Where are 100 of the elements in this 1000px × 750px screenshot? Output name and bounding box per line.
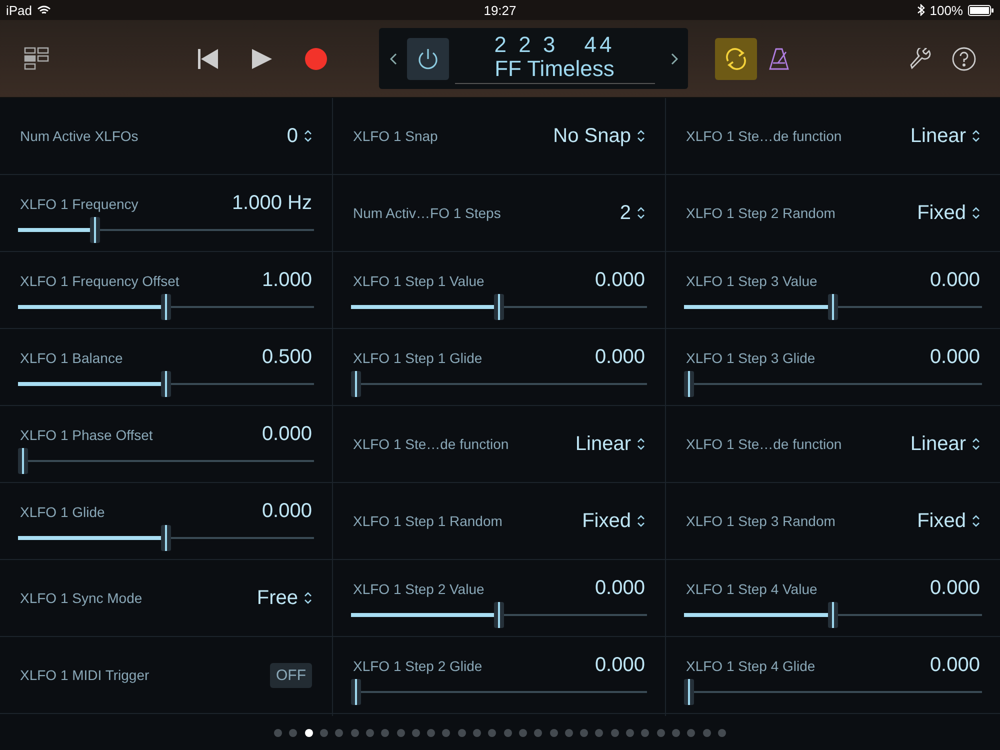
parameter-label: XLFO 1 Phase Offset <box>20 426 153 442</box>
rewind-button[interactable] <box>197 48 219 70</box>
page-indicator-dot[interactable] <box>672 729 680 737</box>
parameter-label: XLFO 1 Step 2 Glide <box>353 658 482 674</box>
slider-thumb[interactable] <box>828 294 838 320</box>
metronome-button[interactable] <box>769 48 789 70</box>
page-indicator-dot[interactable] <box>534 729 542 737</box>
page-indicator-dot[interactable] <box>473 729 482 737</box>
up-down-chevron-icon <box>637 207 645 219</box>
up-down-chevron-icon <box>304 592 312 604</box>
parameter-label: Num Active XLFOs <box>20 128 138 144</box>
page-indicator-dot[interactable] <box>412 729 420 737</box>
value-picker[interactable]: 0 <box>286 124 312 148</box>
slider-thumb[interactable] <box>494 294 504 320</box>
slider-thumb[interactable] <box>351 678 361 704</box>
page-indicator-dot[interactable] <box>458 729 466 737</box>
page-indicator-dot[interactable] <box>289 729 298 737</box>
page-indicator-dot[interactable] <box>488 729 496 737</box>
parameter-label: XLFO 1 MIDI Trigger <box>20 667 150 683</box>
play-button[interactable] <box>251 48 273 70</box>
page-indicator-dot[interactable] <box>718 729 726 737</box>
slider-thumb[interactable] <box>684 370 694 396</box>
slider-thumb[interactable] <box>18 448 28 474</box>
slider-thumb[interactable] <box>90 216 100 242</box>
parameter-value: 0.000 <box>930 268 980 292</box>
parameter-label: XLFO 1 Frequency <box>20 196 138 212</box>
patch-name: FF Timeless <box>494 57 614 81</box>
page-indicator-dot[interactable] <box>274 729 282 737</box>
parameter-label: XLFO 1 Step 3 Value <box>686 272 818 288</box>
up-down-chevron-icon <box>637 130 645 142</box>
page-indicator-dot[interactable] <box>626 729 634 737</box>
page-indicator-dot[interactable] <box>687 729 696 737</box>
value-picker[interactable]: Fixed <box>582 510 645 532</box>
page-indicator-dot[interactable] <box>442 729 450 737</box>
cycle-icon <box>723 46 749 70</box>
page-indicator-dot[interactable] <box>427 729 436 737</box>
page-indicator-dot[interactable] <box>518 729 527 737</box>
value-picker[interactable]: No Snap <box>553 124 645 148</box>
slider-thumb[interactable] <box>161 370 171 396</box>
power-button[interactable] <box>407 38 449 80</box>
parameter-value: 0.000 <box>594 654 645 676</box>
battery-percentage: 100% <box>930 2 963 18</box>
page-indicator-dot[interactable] <box>656 729 665 737</box>
parameter-label: XLFO 1 Step 3 Glide <box>686 350 816 366</box>
page-indicator-dot[interactable] <box>504 729 512 737</box>
wifi-icon <box>37 5 52 15</box>
page-indicator-dot[interactable] <box>550 729 558 737</box>
value-picker[interactable]: 2 <box>620 202 645 224</box>
cycle-button[interactable] <box>715 38 757 80</box>
device-name: iPad <box>6 2 32 18</box>
parameter-value: 0.000 <box>594 268 645 292</box>
page-indicator-dot[interactable] <box>381 729 390 737</box>
toggle-button[interactable]: OFF <box>270 662 312 688</box>
clock: 19:27 <box>484 2 516 18</box>
bluetooth-icon <box>916 4 925 16</box>
slider-thumb[interactable] <box>828 602 838 628</box>
value-picker[interactable]: Fixed <box>917 202 980 224</box>
play-icon <box>251 48 273 70</box>
page-indicator-dot[interactable] <box>610 729 619 737</box>
parameter-label: XLFO 1 Step 2 Random <box>686 205 836 221</box>
help-icon <box>952 46 976 70</box>
value-picker[interactable]: Linear <box>910 124 980 148</box>
page-indicator-dot[interactable] <box>335 729 344 737</box>
page-indicator-dot[interactable] <box>595 729 604 737</box>
time-signature: 44 <box>584 33 615 57</box>
page-indicator-dot[interactable] <box>641 729 650 737</box>
help-button[interactable] <box>952 46 976 70</box>
chevron-left-icon <box>390 52 396 64</box>
page-indicator-dot[interactable] <box>564 729 573 737</box>
slider-thumb[interactable] <box>161 294 171 320</box>
parameter-value: 1.000 Hz <box>232 192 312 214</box>
parameter-label: XLFO 1 Balance <box>20 350 123 366</box>
parameter-value: 1.000 <box>262 268 312 292</box>
view-menu-button[interactable] <box>24 46 50 72</box>
value-picker[interactable]: Linear <box>575 432 645 456</box>
settings-button[interactable] <box>910 46 932 70</box>
parameter-label: XLFO 1 Step 1 Glide <box>353 350 482 366</box>
record-button[interactable] <box>305 48 327 70</box>
parameter-label: XLFO 1 Step 1 Value <box>353 272 484 288</box>
slider-thumb[interactable] <box>684 678 694 704</box>
parameter-label: XLFO 1 Ste…de function <box>353 436 509 452</box>
parameter-value: 0.500 <box>262 346 312 368</box>
slider-thumb[interactable] <box>494 602 504 628</box>
slider-thumb[interactable] <box>161 524 171 550</box>
parameter-label: XLFO 1 Sync Mode <box>20 590 142 606</box>
page-indicator-dot[interactable] <box>350 729 359 737</box>
page-indicator-dot[interactable] <box>320 729 328 737</box>
value-picker[interactable]: Fixed <box>917 510 980 532</box>
page-indicator-dot[interactable] <box>396 729 405 737</box>
page-indicator-dot[interactable] <box>580 729 588 737</box>
value-picker[interactable]: Free <box>256 586 312 610</box>
up-down-chevron-icon <box>972 515 980 527</box>
page-indicator-dot[interactable] <box>366 729 374 737</box>
wrench-icon <box>910 48 932 70</box>
slider-thumb[interactable] <box>351 370 361 396</box>
page-indicator-dot[interactable] <box>304 729 313 737</box>
skip-back-icon <box>197 48 219 70</box>
value-picker[interactable]: Linear <box>910 432 980 456</box>
parameter-label: XLFO 1 Ste…de function <box>686 436 842 452</box>
page-indicator-dot[interactable] <box>702 729 710 737</box>
